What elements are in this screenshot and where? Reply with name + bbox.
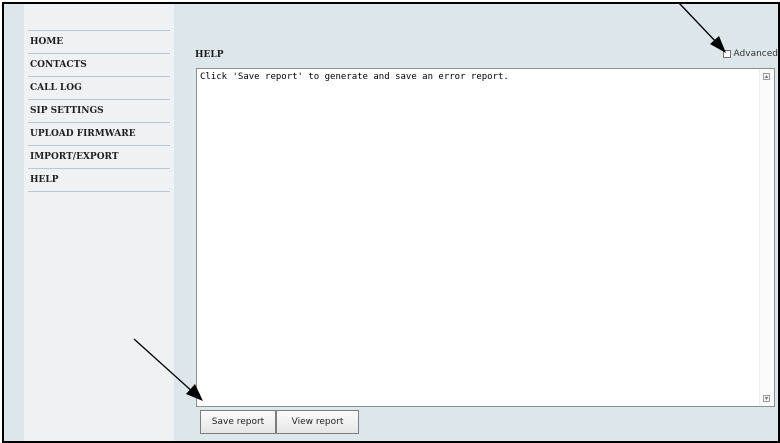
- sidebar-item-sip-settings[interactable]: SIP SETTINGS: [28, 99, 170, 122]
- report-text: Click 'Save report' to generate and save…: [200, 72, 509, 82]
- advanced-label[interactable]: Advanced: [734, 49, 778, 59]
- advanced-checkbox[interactable]: [722, 50, 731, 58]
- report-textarea[interactable]: Click 'Save report' to generate and save…: [196, 68, 775, 407]
- vertical-scrollbar[interactable]: ▴ ▾: [759, 69, 774, 406]
- app-frame: HOME CONTACTS CALL LOG SIP SETTINGS UPLO…: [2, 2, 780, 443]
- sidebar-item-contacts[interactable]: CONTACTS: [28, 53, 170, 76]
- sidebar: HOME CONTACTS CALL LOG SIP SETTINGS UPLO…: [24, 4, 174, 441]
- sidebar-item-upload-firmware[interactable]: UPLOAD FIRMWARE: [28, 122, 170, 145]
- scroll-down-icon[interactable]: ▾: [763, 395, 770, 402]
- sidebar-item-help[interactable]: HELP: [28, 168, 170, 192]
- save-report-button[interactable]: Save report: [200, 410, 276, 434]
- sidebar-item-home[interactable]: HOME: [28, 30, 170, 53]
- sidebar-item-call-log[interactable]: CALL LOG: [28, 76, 170, 99]
- sidebar-nav: HOME CONTACTS CALL LOG SIP SETTINGS UPLO…: [28, 30, 170, 192]
- sidebar-item-import-export[interactable]: IMPORT/EXPORT: [28, 145, 170, 168]
- page-title: HELP: [195, 50, 224, 60]
- view-report-button[interactable]: View report: [276, 410, 359, 434]
- scroll-up-icon[interactable]: ▴: [763, 73, 770, 80]
- advanced-option[interactable]: Advanced: [722, 47, 778, 61]
